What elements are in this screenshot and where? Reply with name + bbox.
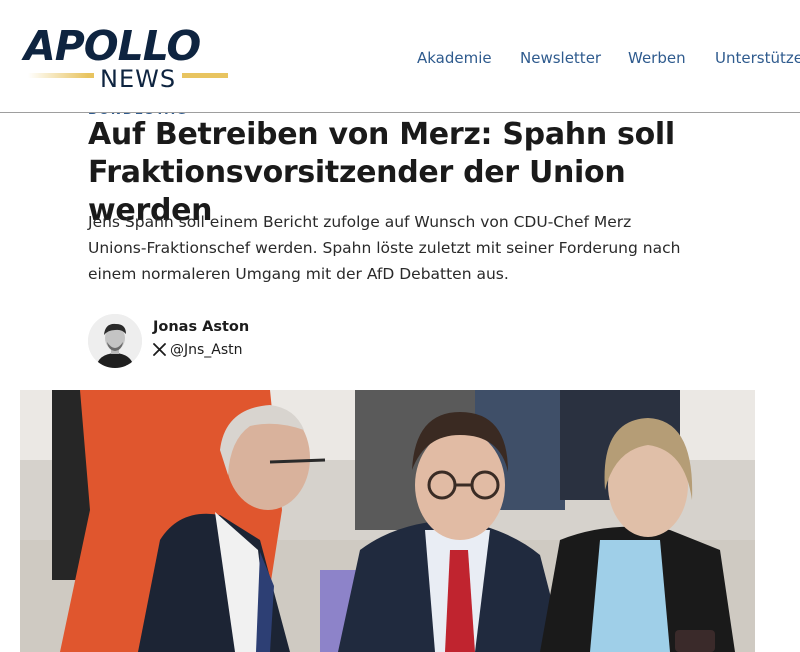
x-logo-icon (153, 343, 166, 356)
article-lede: Jens Spahn soll einem Bericht zufolge au… (88, 213, 681, 283)
nav-link-akademie[interactable]: Akademie (417, 48, 492, 68)
logo-wordmark: APOLLO (24, 22, 201, 70)
author-avatar[interactable] (88, 314, 142, 368)
author-name[interactable]: Jonas Aston (153, 318, 249, 336)
nav-link-werben[interactable]: Werben (628, 48, 686, 68)
nav-link-unterstuetzen[interactable]: Unterstützen (715, 48, 800, 68)
site-header: APOLLO NEWS Akademie Newsletter Werben U… (0, 0, 800, 113)
nav-link-newsletter[interactable]: Newsletter (520, 48, 601, 68)
author-handle: @Jns_Astn (170, 342, 243, 358)
logo-subtitle: NEWS (94, 66, 183, 92)
author-byline: Jonas Aston @Jns_Astn (88, 312, 388, 368)
apollo-news-logo[interactable]: APOLLO NEWS (24, 22, 234, 94)
article-hero-image (20, 390, 755, 652)
